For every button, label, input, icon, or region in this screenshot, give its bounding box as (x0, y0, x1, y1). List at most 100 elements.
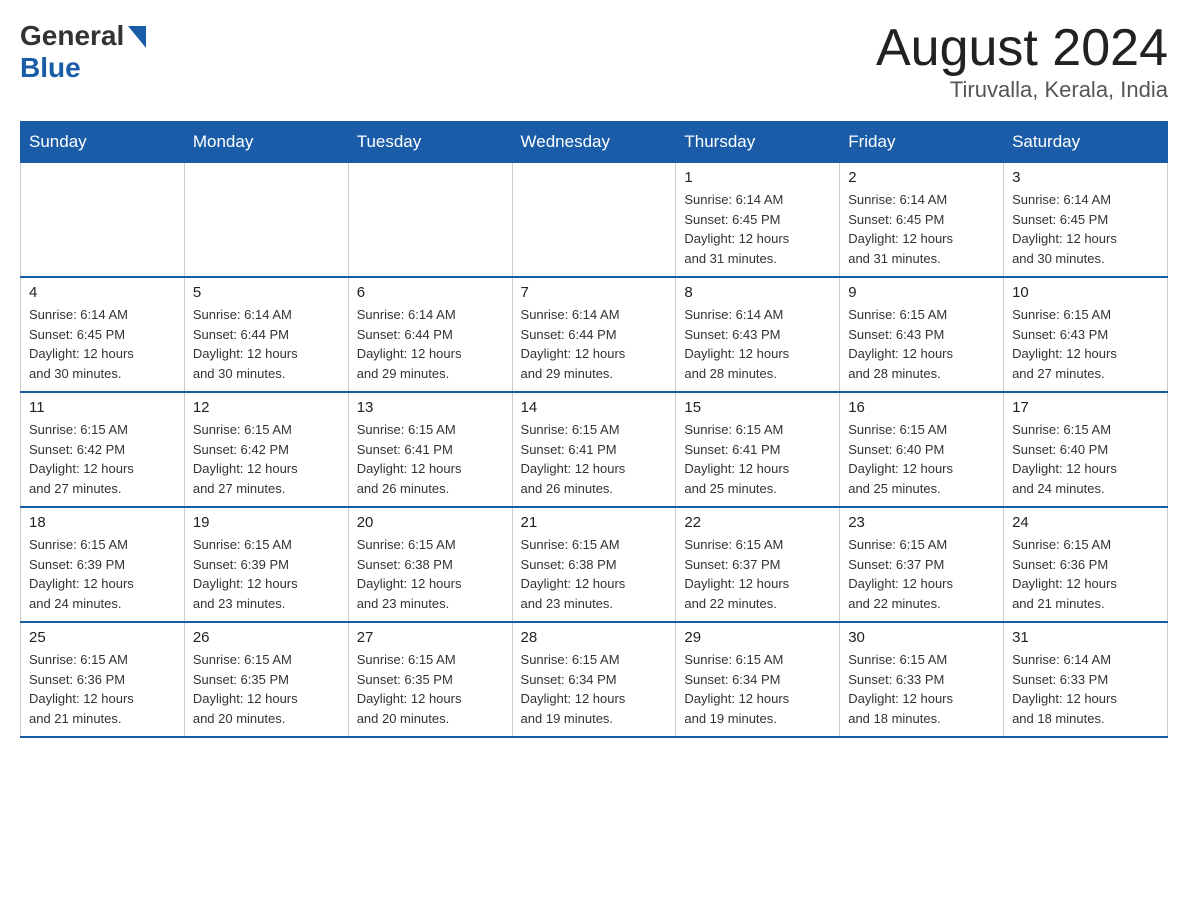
day-info: Sunrise: 6:14 AM Sunset: 6:45 PM Dayligh… (1012, 190, 1159, 268)
day-info: Sunrise: 6:15 AM Sunset: 6:43 PM Dayligh… (848, 305, 995, 383)
day-number: 23 (848, 514, 995, 531)
header-row: Sunday Monday Tuesday Wednesday Thursday… (21, 122, 1168, 163)
day-number: 4 (29, 284, 176, 301)
day-number: 13 (357, 399, 504, 416)
calendar-day-cell: 29Sunrise: 6:15 AM Sunset: 6:34 PM Dayli… (676, 622, 840, 737)
day-info: Sunrise: 6:15 AM Sunset: 6:39 PM Dayligh… (29, 535, 176, 613)
day-number: 17 (1012, 399, 1159, 416)
calendar-day-cell: 26 Sunrise: 6:15 AM Sunset: 6:35 PM Dayli… (184, 622, 348, 737)
calendar-table: Sunday Monday Tuesday Wednesday Thursday… (20, 121, 1168, 738)
day-number: 26 (193, 629, 340, 646)
day-number: 7 (521, 284, 668, 301)
logo-blue: Blue (20, 52, 81, 83)
day-info: Sunrise: 6:15 AM Sunset: 6:38 PM Dayligh… (357, 535, 504, 613)
calendar-week-row: 11 Sunrise: 6:15 AM Sunset: 6:42 PM Dayli… (21, 392, 1168, 507)
day-info: Sunrise: 6:14 AM Sunset: 6:45 PM Dayligh… (684, 190, 831, 268)
day-number: 27 (357, 629, 504, 646)
col-saturday: Saturday (1004, 122, 1168, 163)
calendar-header: Sunday Monday Tuesday Wednesday Thursday… (21, 122, 1168, 163)
day-info: Sunrise: 6:14 AM Sunset: 6:33 PM Dayligh… (1012, 650, 1159, 728)
calendar-day-cell: 1 Sunrise: 6:14 AM Sunset: 6:45 PM Daylig… (676, 163, 840, 278)
day-number: 28 (521, 629, 668, 646)
calendar-day-cell: 6 Sunrise: 6:14 AM Sunset: 6:44 PM Daylig… (348, 277, 512, 392)
day-number: 5 (193, 284, 340, 301)
calendar-day-cell: 13 Sunrise: 6:15 AM Sunset: 6:41 PM Dayli… (348, 392, 512, 507)
day-number: 21 (521, 514, 668, 531)
calendar-day-cell: 4 Sunrise: 6:14 AM Sunset: 6:45 PM Daylig… (21, 277, 185, 392)
day-number: 30 (848, 629, 995, 646)
day-info: Sunrise: 6:14 AM Sunset: 6:44 PM Dayligh… (521, 305, 668, 383)
calendar-day-cell: 27 Sunrise: 6:15 AM Sunset: 6:35 PM Dayli… (348, 622, 512, 737)
day-info: Sunrise: 6:15 AM Sunset: 6:39 PM Dayligh… (193, 535, 340, 613)
col-wednesday: Wednesday (512, 122, 676, 163)
day-number: 31 (1012, 629, 1159, 646)
day-number: 24 (1012, 514, 1159, 531)
day-number: 10 (1012, 284, 1159, 301)
day-info: Sunrise: 6:14 AM Sunset: 6:44 PM Dayligh… (193, 305, 340, 383)
calendar-day-cell: 25 Sunrise: 6:15 AM Sunset: 6:36 PM Dayli… (21, 622, 185, 737)
day-info: Sunrise: 6:15 AM Sunset: 6:40 PM Dayligh… (848, 420, 995, 498)
calendar-day-cell: 19 Sunrise: 6:15 AM Sunset: 6:39 PM Dayli… (184, 507, 348, 622)
day-info: Sunrise: 6:14 AM Sunset: 6:44 PM Dayligh… (357, 305, 504, 383)
calendar-day-cell (21, 163, 185, 278)
day-number: 14 (521, 399, 668, 416)
day-info: Sunrise: 6:15 AM Sunset: 6:34 PM Dayligh… (521, 650, 668, 728)
day-number: 3 (1012, 169, 1159, 186)
calendar-day-cell: 17Sunrise: 6:15 AM Sunset: 6:40 PM Dayli… (1004, 392, 1168, 507)
calendar-title: August 2024 (876, 20, 1168, 77)
calendar-week-row: 25 Sunrise: 6:15 AM Sunset: 6:36 PM Dayli… (21, 622, 1168, 737)
day-number: 25 (29, 629, 176, 646)
day-info: Sunrise: 6:15 AM Sunset: 6:35 PM Dayligh… (357, 650, 504, 728)
day-info: Sunrise: 6:15 AM Sunset: 6:43 PM Dayligh… (1012, 305, 1159, 383)
day-info: Sunrise: 6:15 AM Sunset: 6:37 PM Dayligh… (848, 535, 995, 613)
calendar-day-cell: 8 Sunrise: 6:14 AM Sunset: 6:43 PM Daylig… (676, 277, 840, 392)
calendar-day-cell: 3 Sunrise: 6:14 AM Sunset: 6:45 PM Daylig… (1004, 163, 1168, 278)
day-number: 12 (193, 399, 340, 416)
col-sunday: Sunday (21, 122, 185, 163)
calendar-day-cell: 7 Sunrise: 6:14 AM Sunset: 6:44 PM Daylig… (512, 277, 676, 392)
day-number: 8 (684, 284, 831, 301)
day-number: 11 (29, 399, 176, 416)
day-info: Sunrise: 6:15 AM Sunset: 6:35 PM Dayligh… (193, 650, 340, 728)
calendar-day-cell: 23 Sunrise: 6:15 AM Sunset: 6:37 PM Dayli… (840, 507, 1004, 622)
calendar-day-cell: 22 Sunrise: 6:15 AM Sunset: 6:37 PM Dayli… (676, 507, 840, 622)
calendar-day-cell: 16 Sunrise: 6:15 AM Sunset: 6:40 PM Dayli… (840, 392, 1004, 507)
day-info: Sunrise: 6:14 AM Sunset: 6:45 PM Dayligh… (848, 190, 995, 268)
calendar-day-cell: 14Sunrise: 6:15 AM Sunset: 6:41 PM Dayli… (512, 392, 676, 507)
calendar-day-cell: 10 Sunrise: 6:15 AM Sunset: 6:43 PM Dayli… (1004, 277, 1168, 392)
day-number: 16 (848, 399, 995, 416)
day-number: 29 (684, 629, 831, 646)
day-info: Sunrise: 6:14 AM Sunset: 6:43 PM Dayligh… (684, 305, 831, 383)
calendar-day-cell (348, 163, 512, 278)
day-number: 19 (193, 514, 340, 531)
day-number: 1 (684, 169, 831, 186)
calendar-day-cell: 31 Sunrise: 6:14 AM Sunset: 6:33 PM Dayli… (1004, 622, 1168, 737)
day-number: 6 (357, 284, 504, 301)
calendar-day-cell: 24Sunrise: 6:15 AM Sunset: 6:36 PM Dayli… (1004, 507, 1168, 622)
day-info: Sunrise: 6:14 AM Sunset: 6:45 PM Dayligh… (29, 305, 176, 383)
logo-triangle-icon (128, 26, 146, 48)
col-thursday: Thursday (676, 122, 840, 163)
day-number: 9 (848, 284, 995, 301)
calendar-day-cell: 15Sunrise: 6:15 AM Sunset: 6:41 PM Dayli… (676, 392, 840, 507)
calendar-day-cell (512, 163, 676, 278)
col-friday: Friday (840, 122, 1004, 163)
day-info: Sunrise: 6:15 AM Sunset: 6:42 PM Dayligh… (29, 420, 176, 498)
calendar-day-cell: 5 Sunrise: 6:14 AM Sunset: 6:44 PM Daylig… (184, 277, 348, 392)
calendar-day-cell: 9 Sunrise: 6:15 AM Sunset: 6:43 PM Daylig… (840, 277, 1004, 392)
calendar-day-cell: 12 Sunrise: 6:15 AM Sunset: 6:42 PM Dayli… (184, 392, 348, 507)
day-number: 18 (29, 514, 176, 531)
day-info: Sunrise: 6:15 AM Sunset: 6:36 PM Dayligh… (29, 650, 176, 728)
day-number: 22 (684, 514, 831, 531)
day-info: Sunrise: 6:15 AM Sunset: 6:42 PM Dayligh… (193, 420, 340, 498)
day-info: Sunrise: 6:15 AM Sunset: 6:37 PM Dayligh… (684, 535, 831, 613)
logo: General Blue (20, 20, 146, 84)
day-info: Sunrise: 6:15 AM Sunset: 6:41 PM Dayligh… (357, 420, 504, 498)
logo-general: General (20, 20, 124, 52)
calendar-day-cell: 28 Sunrise: 6:15 AM Sunset: 6:34 PM Dayli… (512, 622, 676, 737)
day-number: 20 (357, 514, 504, 531)
day-info: Sunrise: 6:15 AM Sunset: 6:38 PM Dayligh… (521, 535, 668, 613)
calendar-day-cell: 11 Sunrise: 6:15 AM Sunset: 6:42 PM Dayli… (21, 392, 185, 507)
calendar-day-cell (184, 163, 348, 278)
calendar-day-cell: 20 Sunrise: 6:15 AM Sunset: 6:38 PM Dayli… (348, 507, 512, 622)
